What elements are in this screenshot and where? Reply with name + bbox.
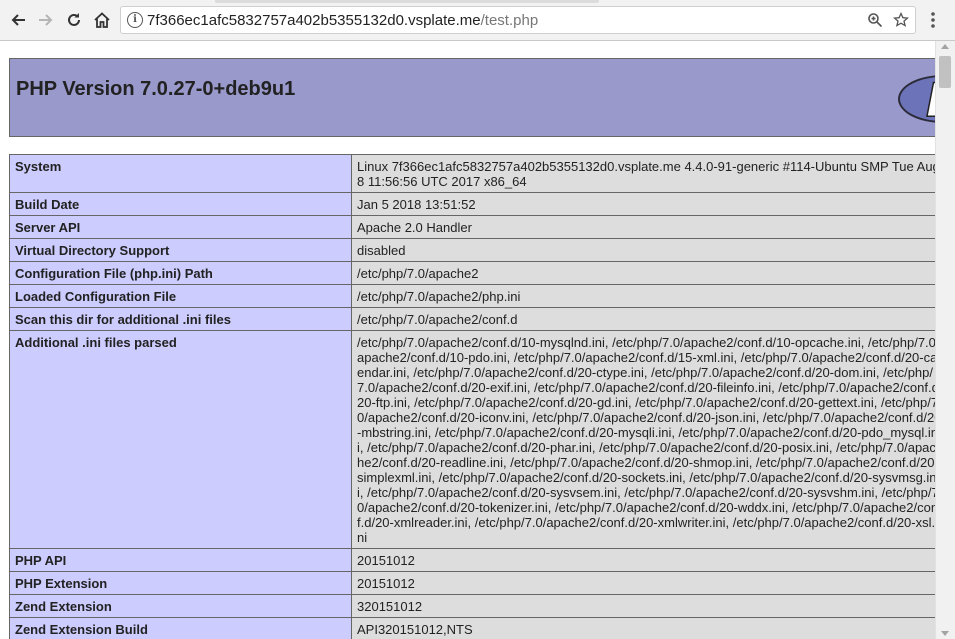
home-icon (94, 12, 110, 28)
scroll-down-arrow-icon[interactable] (941, 631, 949, 636)
row-value: /etc/php/7.0/apache2/conf.d/10-mysqlnd.i… (351, 330, 935, 549)
forward-button[interactable] (35, 9, 57, 31)
reload-button[interactable] (63, 9, 85, 31)
table-row: PHP Extension 20151012 (9, 571, 935, 595)
table-row: Zend Extension 320151012 (9, 594, 935, 618)
row-key: Scan this dir for additional .ini files (9, 307, 352, 331)
row-key: Server API (9, 215, 352, 239)
row-value: /etc/php/7.0/apache2 (351, 261, 935, 285)
active-tab-edge[interactable] (215, 0, 599, 3)
row-value: 320151012 (351, 594, 935, 618)
zoom-icon (868, 13, 883, 28)
row-key: Build Date (9, 192, 352, 216)
row-value: API320151012,NTS (351, 617, 935, 639)
row-key: PHP Extension (9, 571, 352, 595)
browser-toolbar: i 7f366ec1afc5832757a402b5355132d0.vspla… (0, 0, 955, 41)
table-row: Configuration File (php.ini) Path/etc/ph… (9, 261, 935, 285)
row-key: Loaded Configuration File (9, 284, 352, 308)
address-bar[interactable]: i 7f366ec1afc5832757a402b5355132d0.vspla… (120, 6, 916, 34)
vertical-scrollbar[interactable] (935, 41, 955, 639)
table-row: Build Date Jan 5 2018 13:51:52 (9, 192, 935, 216)
table-row: Server API Apache 2.0 Handler (9, 215, 935, 239)
table-row: System Linux 7f366ec1afc5832757a402b53551… (9, 154, 935, 193)
phpinfo-header: PHP Version 7.0.27-0+deb9u1 P (9, 58, 935, 137)
table-row: PHP API 20151012 (9, 548, 935, 572)
arrow-right-icon (39, 14, 53, 26)
scroll-up-arrow-icon[interactable] (941, 44, 949, 49)
url-text[interactable]: 7f366ec1afc5832757a402b5355132d0.vsplate… (147, 12, 538, 29)
page-title: PHP Version 7.0.27-0+deb9u1 (16, 78, 296, 100)
vertical-dots-icon (931, 12, 935, 28)
row-value: /etc/php/7.0/apache2/conf.d (351, 307, 935, 331)
page-viewport: PHP Version 7.0.27-0+deb9u1 P SystemLinu… (0, 41, 935, 639)
table-row: Additional .ini files parsed/etc/php/7.0… (9, 330, 935, 549)
home-button[interactable] (91, 9, 113, 31)
scroll-thumb[interactable] (939, 56, 951, 88)
row-key: Additional .ini files parsed (9, 330, 352, 549)
row-value: Jan 5 2018 13:51:52 (351, 192, 935, 216)
row-value: disabled (351, 238, 935, 262)
row-value: 20151012 (351, 548, 935, 572)
browser-menu-button[interactable] (924, 9, 942, 31)
row-value: 20151012 (351, 571, 935, 595)
php-logo-text: P (925, 77, 935, 121)
url-path: /test.php (480, 12, 539, 29)
row-key: Configuration File (php.ini) Path (9, 261, 352, 285)
table-row: Loaded Configuration File/etc/php/7.0/ap… (9, 284, 935, 308)
arrow-left-icon (11, 14, 25, 26)
phpinfo-table: System Linux 7f366ec1afc5832757a402b53551… (9, 154, 935, 639)
row-key: System (9, 154, 352, 193)
star-icon (893, 12, 909, 27)
table-row: Virtual Directory Support disabled (9, 238, 935, 262)
row-key: PHP API (9, 548, 352, 572)
info-icon[interactable]: i (127, 12, 143, 28)
table-row: Scan this dir for additional .ini files /… (9, 307, 935, 331)
row-key: Virtual Directory Support (9, 238, 352, 262)
row-value: /etc/php/7.0/apache2/php.ini (351, 284, 935, 308)
row-key: Zend Extension (9, 594, 352, 618)
row-key: Zend Extension Build (9, 617, 352, 639)
url-host: 7f366ec1afc5832757a402b5355132d0.vsplate… (147, 12, 481, 29)
php-logo[interactable]: P (898, 75, 935, 123)
row-value: Linux 7f366ec1afc5832757a402b5355132d0.v… (351, 154, 935, 193)
table-row: Zend Extension Build API320151012,NTS (9, 617, 935, 639)
reload-icon (68, 13, 80, 26)
row-value: Apache 2.0 Handler (351, 215, 935, 239)
back-button[interactable] (7, 9, 29, 31)
bookmark-button[interactable] (891, 10, 911, 30)
zoom-button[interactable] (865, 10, 885, 30)
